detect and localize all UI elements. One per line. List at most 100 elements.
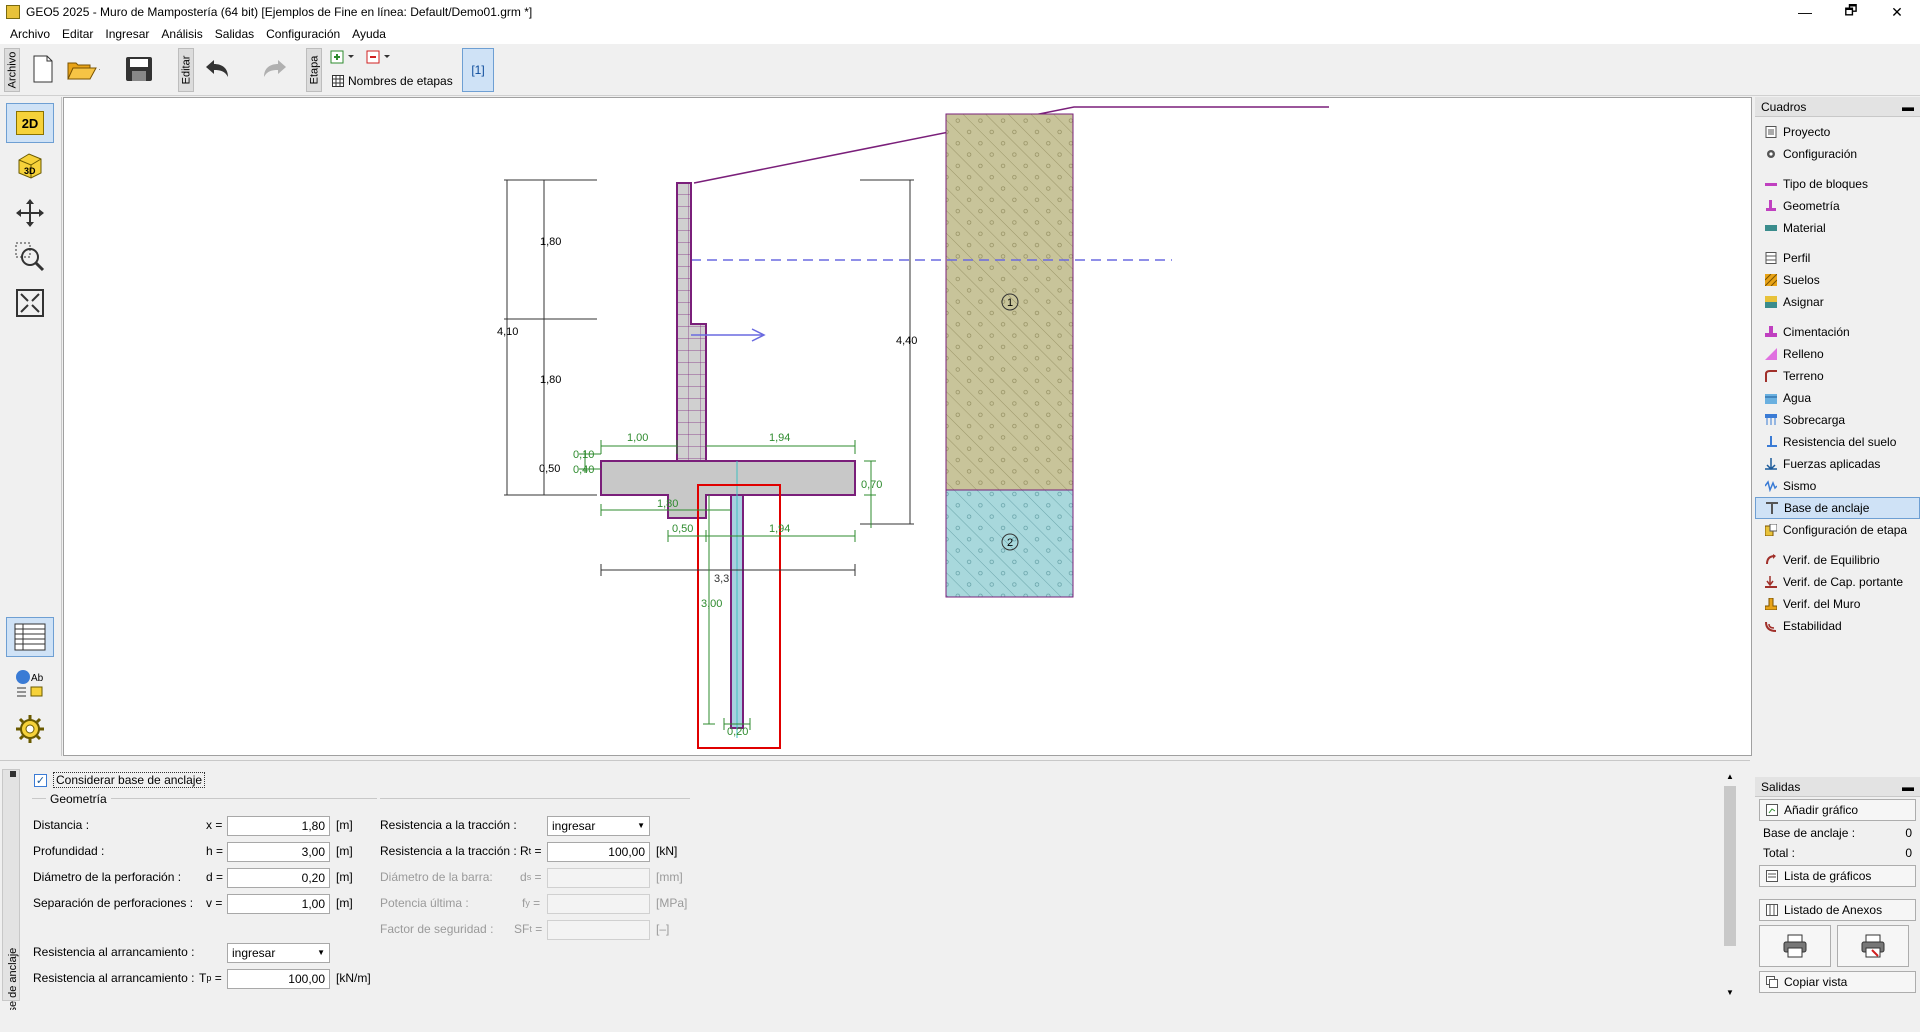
surcharge-icon (1765, 414, 1777, 426)
menu-editar[interactable]: Editar (56, 27, 99, 41)
print-preview-icon (1861, 934, 1885, 958)
fit-view-icon[interactable] (6, 283, 54, 323)
frame-geometria[interactable]: Geometría (1755, 195, 1920, 217)
equilibrium-icon (1765, 554, 1777, 566)
frame-fuerzas-aplicadas[interactable]: Fuerzas aplicadas (1755, 453, 1920, 475)
profile-icon (1765, 252, 1777, 264)
scroll-up-icon[interactable]: ▲ (1722, 768, 1738, 784)
annex-list-button[interactable]: Listado de Anexos (1759, 899, 1916, 921)
frame-base-anclaje[interactable]: Base de anclaje (1755, 497, 1920, 519)
frame-label: Base de anclaje (1784, 501, 1870, 515)
pin-icon[interactable] (10, 771, 16, 777)
frame-verif-cap-portante[interactable]: Verif. de Cap. portante (1755, 571, 1920, 593)
view-3d-button[interactable]: 3D (6, 145, 54, 185)
minimize-button[interactable]: — (1782, 0, 1828, 24)
cuadros-title: Cuadros (1761, 99, 1807, 114)
total-count-row: Total : 0 (1755, 843, 1920, 863)
pan-icon[interactable] (6, 193, 54, 233)
frame-verif-equilibrio[interactable]: Verif. de Equilibrio (1755, 549, 1920, 571)
view-2d-button[interactable]: 2D (6, 103, 54, 143)
dim-1-94-a: 1,94 (769, 432, 790, 444)
maximize-button[interactable]: 🗗 (1828, 0, 1874, 24)
stage-1-button[interactable]: [1] (462, 48, 494, 92)
archivo-tab[interactable]: Archivo (4, 48, 20, 92)
salidas-header: Salidas ▬ (1755, 777, 1920, 797)
salidas-panel: Salidas ▬ Añadir gráfico Base de anclaje… (1755, 777, 1920, 1007)
frame-configuracion[interactable]: Configuración (1755, 143, 1920, 165)
diametro-barra-input (547, 868, 650, 888)
add-stage-icon[interactable] (330, 50, 358, 67)
close-button[interactable]: ✕ (1874, 0, 1920, 24)
drawing-canvas[interactable]: 1 2 1,80 1,80 4,10 0,50 4,40 1,00 1,94 0… (63, 97, 1752, 756)
res-traccion-input[interactable]: 100,00 (547, 842, 650, 862)
consider-anchor-checkbox[interactable]: ✓ (34, 773, 47, 787)
etapa-tab[interactable]: Etapa (306, 48, 322, 92)
frame-agua[interactable]: Agua (1755, 387, 1920, 409)
frame-label: Terreno (1783, 369, 1824, 383)
frame-tipo-bloques[interactable]: Tipo de bloques (1755, 173, 1920, 195)
menu-salidas[interactable]: Salidas (209, 27, 260, 41)
frame-material[interactable]: Material (1755, 217, 1920, 239)
settings-gear-icon[interactable] (6, 709, 54, 749)
res-arrancamiento-mode-select[interactable]: ingresar (227, 943, 330, 963)
dim-0-50: 0,50 (539, 463, 560, 475)
frame-label: Cimentación (1783, 325, 1850, 339)
frame-resistencia-suelo[interactable]: Resistencia del suelo (1755, 431, 1920, 453)
frame-sismo[interactable]: Sismo (1755, 475, 1920, 497)
graph-list-button[interactable]: Lista de gráficos (1759, 865, 1916, 887)
menu-ayuda[interactable]: Ayuda (346, 27, 392, 41)
frame-terreno[interactable]: Terreno (1755, 365, 1920, 387)
printer-icon (1783, 934, 1807, 958)
scroll-thumb[interactable] (1724, 786, 1736, 946)
styles-icon[interactable]: Ab (6, 663, 54, 703)
collapse-icon[interactable]: ▬ (1902, 100, 1914, 114)
separacion-input[interactable]: 1,00 (227, 894, 330, 914)
dim-0-50-b: 0,50 (672, 523, 693, 535)
print-button[interactable] (1759, 925, 1831, 967)
res-arrancamiento-input[interactable]: 100,00 (227, 969, 330, 989)
dim-0-10: 0,10 (573, 449, 594, 461)
frame-estabilidad[interactable]: Estabilidad (1755, 615, 1920, 637)
stage-names-button[interactable]: Nombres de etapas (332, 74, 453, 88)
print-buttons (1759, 925, 1916, 967)
frame-configuracion-etapa[interactable]: Configuración de etapa (1755, 519, 1920, 541)
menu-configuracion[interactable]: Configuración (260, 27, 346, 41)
frame-perfil[interactable]: Perfil (1755, 247, 1920, 269)
form-scrollbar[interactable]: ▲ ▼ (1722, 768, 1738, 1000)
open-file-icon[interactable] (66, 52, 100, 86)
editar-tab[interactable]: Editar (178, 48, 194, 92)
frame-sobrecarga[interactable]: Sobrecarga (1755, 409, 1920, 431)
frame-asignar[interactable]: Asignar (1755, 291, 1920, 313)
frame-relleno[interactable]: Relleno (1755, 343, 1920, 365)
frame-label: Agua (1783, 391, 1812, 405)
new-file-icon[interactable] (26, 52, 60, 86)
print-preview-button[interactable] (1837, 925, 1909, 967)
menu-ingresar[interactable]: Ingresar (99, 27, 155, 41)
diametro-input[interactable]: 0,20 (227, 868, 330, 888)
profundidad-label: Profundidad : (33, 844, 105, 858)
add-graph-button[interactable]: Añadir gráfico (1759, 799, 1916, 821)
scroll-down-icon[interactable]: ▼ (1722, 984, 1738, 1000)
save-icon[interactable] (124, 52, 158, 86)
salidas-title: Salidas (1761, 779, 1801, 794)
cuadros-header: Cuadros ▬ (1755, 97, 1920, 117)
copy-view-button[interactable]: Copiar vista (1759, 971, 1916, 993)
clipped-row (30, 995, 400, 1001)
frame-suelos[interactable]: Suelos (1755, 269, 1920, 291)
table-view-button[interactable] (6, 617, 54, 657)
redo-icon[interactable] (256, 52, 290, 86)
frame-proyecto[interactable]: Proyecto (1755, 121, 1920, 143)
remove-stage-icon[interactable] (366, 50, 394, 67)
distancia-input[interactable]: 1,80 (227, 816, 330, 836)
frame-cimentacion[interactable]: Cimentación (1755, 321, 1920, 343)
salidas-collapse-icon[interactable]: ▬ (1902, 780, 1914, 794)
res-traccion-mode-select[interactable]: ingresar (547, 816, 650, 836)
geometry-icon (1765, 200, 1777, 212)
frame-label: Proyecto (1783, 125, 1831, 139)
menu-archivo[interactable]: Archivo (4, 27, 56, 41)
zoom-icon[interactable] (6, 237, 54, 277)
undo-icon[interactable] (200, 52, 234, 86)
frame-verif-muro[interactable]: Verif. del Muro (1755, 593, 1920, 615)
profundidad-input[interactable]: 3,00 (227, 842, 330, 862)
menu-analisis[interactable]: Análisis (155, 27, 208, 41)
